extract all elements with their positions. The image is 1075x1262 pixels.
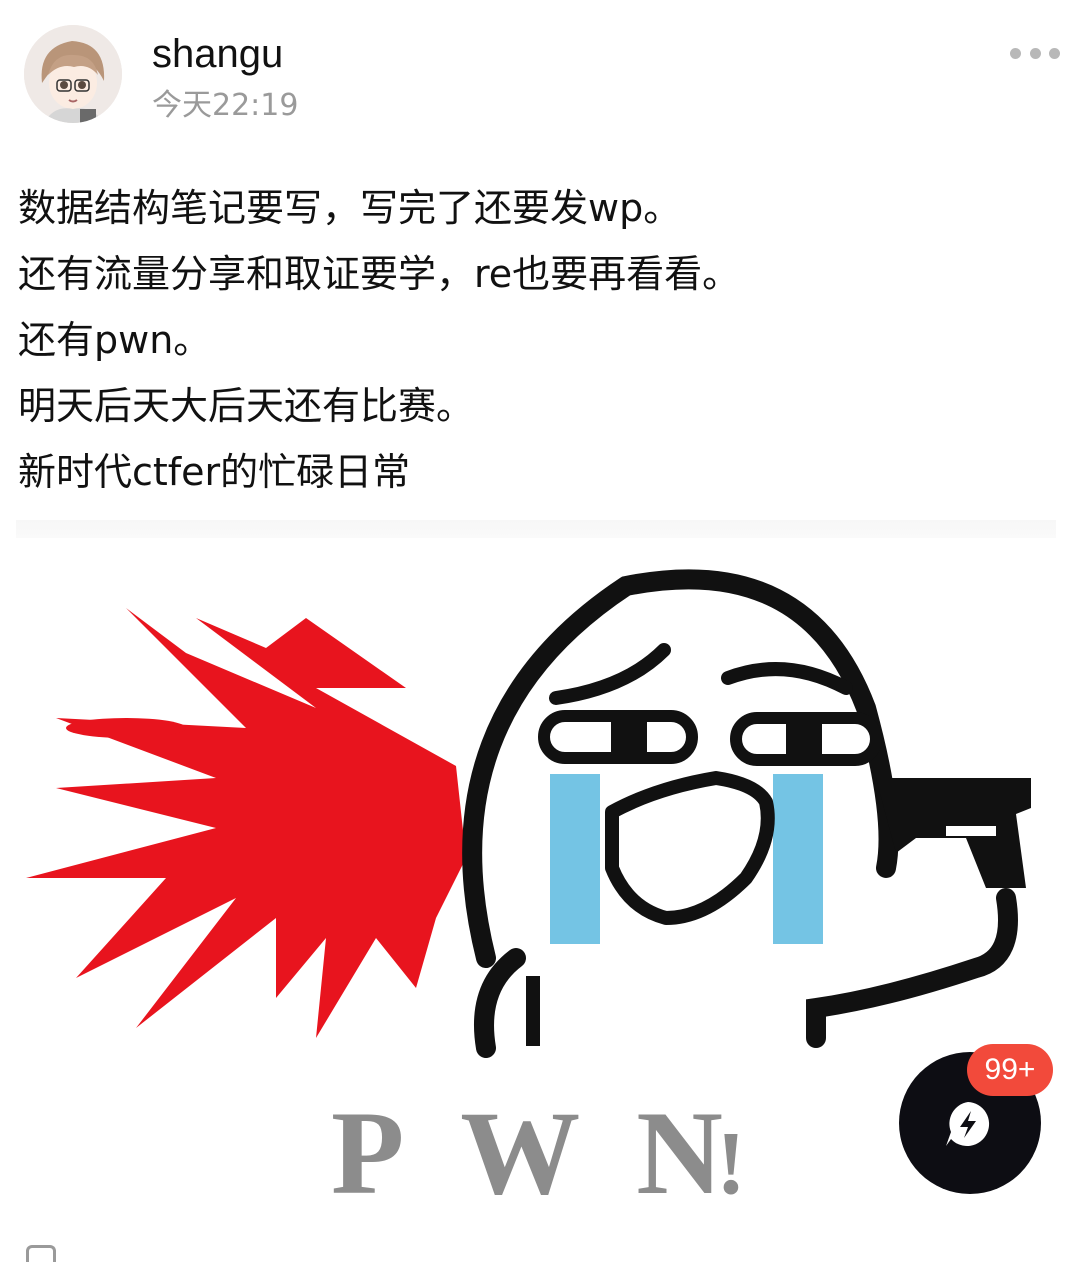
username[interactable]: shangu — [152, 30, 283, 78]
body — [474, 948, 526, 1058]
post-text-line: 新时代ctfer的忙碌日常 — [18, 450, 411, 494]
avatar-image — [24, 25, 122, 123]
post-text-line: 数据结构笔记要写，写完了还要发wp。 — [18, 186, 682, 230]
more-options-button[interactable] — [1010, 38, 1060, 68]
post-text-line: 明天后天大后天还有比赛。 — [18, 384, 475, 428]
meme-exclaim: ! — [716, 1114, 746, 1213]
avatar[interactable] — [24, 25, 122, 123]
bottom-partial-icon — [26, 1245, 56, 1262]
post-header: shangu 今天22:19 — [0, 0, 1075, 140]
post-text-line: 还有流量分享和取证要学，re也要再看看。 — [18, 252, 741, 296]
post-timestamp: 今天22:19 — [152, 88, 299, 123]
left-brow — [549, 643, 671, 705]
blood-drop — [66, 718, 186, 738]
lightning-chat-icon — [946, 1102, 990, 1146]
blood-splash — [26, 608, 466, 1038]
mouth — [605, 771, 775, 925]
right-tear — [773, 774, 823, 944]
notification-badge: 99+ — [967, 1044, 1053, 1096]
more-icon-dot — [1029, 47, 1041, 59]
bottom-strip — [0, 1228, 1075, 1255]
content-divider — [16, 520, 1056, 538]
left-tear — [550, 774, 600, 944]
meme-caption: PWN — [331, 1086, 779, 1219]
post-body: 数据结构笔记要写，写完了还要发wp。 还有流量分享和取证要学，re也要再看看。 … — [18, 175, 1058, 505]
post-text-line: 还有pwn。 — [18, 318, 212, 362]
right-brow — [721, 662, 853, 695]
more-icon-dot — [1049, 47, 1060, 59]
more-icon — [1010, 47, 1021, 59]
arm — [806, 888, 1018, 1048]
